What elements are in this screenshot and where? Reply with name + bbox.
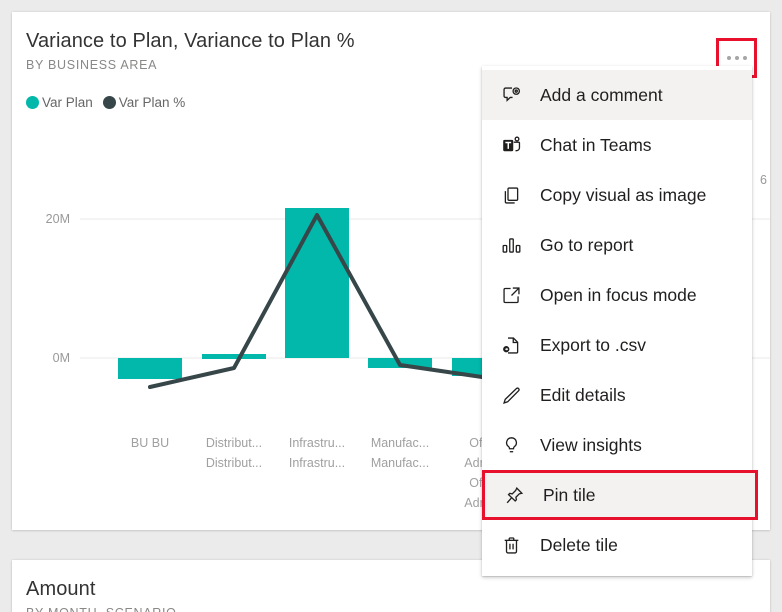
x-label-distribution-1: Distribut... <box>206 436 262 450</box>
tile-subtitle: BY MONTH, SCENARIO <box>26 606 177 612</box>
tile-subtitle: BY BUSINESS AREA <box>26 58 158 72</box>
dashboard-page: Variance to Plan, Variance to Plan % BY … <box>0 0 782 612</box>
export-file-icon <box>500 334 522 356</box>
x-label-bu-bu: BU BU <box>131 436 169 450</box>
tile-context-menu[interactable]: Add a comment Chat in Teams Copy visual … <box>482 66 758 576</box>
pin-icon <box>503 484 525 506</box>
x-label-manufacturing-2: Manufac... <box>371 456 429 470</box>
menu-item-pin-tile[interactable]: Pin tile <box>482 470 758 520</box>
legend-swatch-icon <box>26 96 39 109</box>
menu-item-export-to-csv[interactable]: Export to .csv <box>482 320 752 370</box>
x-label-infrastructure-1: Infrastru... <box>289 436 345 450</box>
menu-item-view-insights[interactable]: View insights <box>482 420 752 470</box>
menu-item-open-in-focus-mode[interactable]: Open in focus mode <box>482 270 752 320</box>
menu-item-label: Pin tile <box>543 484 596 505</box>
menu-item-label: Delete tile <box>540 534 618 555</box>
menu-item-chat-in-teams[interactable]: Chat in Teams <box>482 120 752 170</box>
menu-item-delete-tile[interactable]: Delete tile <box>482 520 752 570</box>
chart-legend: Var Plan Var Plan % <box>26 95 185 110</box>
menu-item-go-to-report[interactable]: Go to report <box>482 220 752 270</box>
menu-item-label: Copy visual as image <box>540 184 707 205</box>
tile-title: Amount <box>26 578 96 600</box>
ellipsis-icon <box>734 56 739 60</box>
ellipsis-icon <box>742 56 747 60</box>
focus-mode-icon <box>500 284 522 306</box>
x-label-distribution-2: Distribut... <box>206 456 262 470</box>
menu-item-edit-details[interactable]: Edit details <box>482 370 752 420</box>
y-tick-20m: 20M <box>46 212 70 226</box>
teams-icon <box>500 134 522 156</box>
menu-item-label: Go to report <box>540 234 634 255</box>
menu-item-label: Add a comment <box>540 84 663 105</box>
menu-item-label: Open in focus mode <box>540 284 697 305</box>
y-tick-0m: 0M <box>53 351 70 365</box>
bar-chart-icon <box>500 234 522 256</box>
tile-title: Variance to Plan, Variance to Plan % <box>26 30 355 52</box>
copy-icon <box>500 184 522 206</box>
legend-label: Var Plan <box>42 95 93 110</box>
menu-item-label: Edit details <box>540 384 626 405</box>
lightbulb-icon <box>500 434 522 456</box>
trash-icon <box>500 534 522 556</box>
comment-icon <box>500 84 522 106</box>
menu-item-copy-visual-as-image[interactable]: Copy visual as image <box>482 170 752 220</box>
x-label-manufacturing-1: Manufac... <box>371 436 429 450</box>
menu-item-label: Chat in Teams <box>540 134 652 155</box>
bar-infrastructure[interactable] <box>285 208 349 358</box>
ellipsis-icon <box>726 56 731 60</box>
right-axis-tick-partial: 6 <box>760 173 767 187</box>
legend-item-var-plan-pct[interactable]: Var Plan % <box>102 95 186 110</box>
legend-swatch-icon <box>102 96 116 109</box>
menu-item-add-a-comment[interactable]: Add a comment <box>482 70 752 120</box>
legend-label: Var Plan % <box>118 95 186 110</box>
menu-item-label: View insights <box>540 434 642 455</box>
bar-distribution[interactable] <box>202 354 266 359</box>
pencil-icon <box>500 384 522 406</box>
x-label-infrastructure-2: Infrastru... <box>289 456 345 470</box>
bar-bu-bu[interactable] <box>118 358 182 379</box>
legend-item-var-plan[interactable]: Var Plan <box>26 95 93 110</box>
menu-item-label: Export to .csv <box>540 334 647 355</box>
